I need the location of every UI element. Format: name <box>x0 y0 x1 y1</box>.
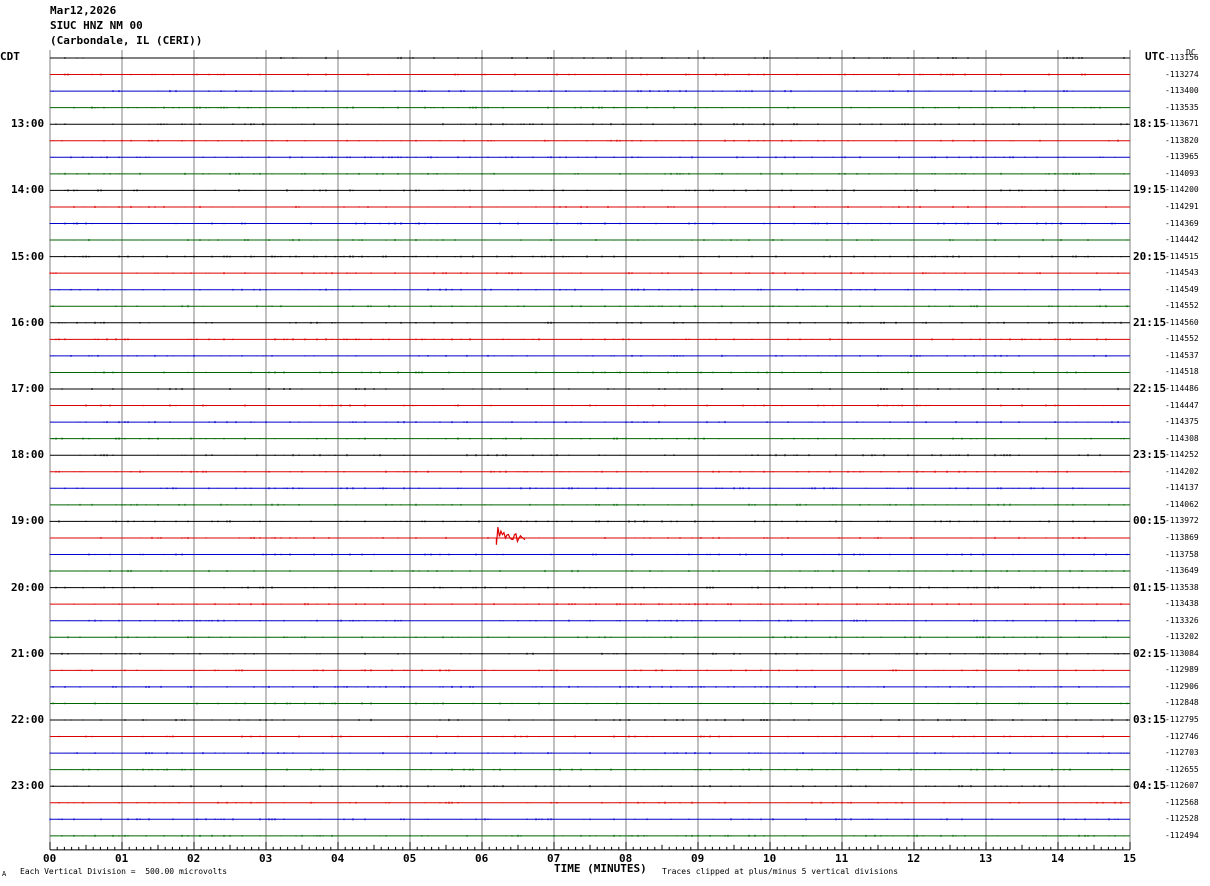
trace-offset-label: -114552 <box>1165 334 1199 344</box>
x-tick-label: 02 <box>187 851 201 865</box>
trace-offset-label: -112848 <box>1165 698 1199 708</box>
utc-hour-label: 18:15 <box>1133 117 1167 131</box>
seismic-event-signal <box>495 527 526 545</box>
trace-offset-label: -113274 <box>1165 69 1199 79</box>
trace-offset-label: -114447 <box>1165 400 1199 410</box>
trace-offset-label: -114515 <box>1165 251 1199 261</box>
trace-offset-label: -114543 <box>1165 268 1199 278</box>
trace-offset-label: -114137 <box>1165 483 1199 493</box>
cdt-hour-label: 20:00 <box>11 580 45 594</box>
trace-offset-label: -113869 <box>1165 532 1199 542</box>
trace-offset-label: -114252 <box>1165 450 1199 460</box>
trace-offset-label: -114093 <box>1165 168 1199 178</box>
cdt-hour-label: 17:00 <box>11 382 45 395</box>
utc-hour-label: 22:15 <box>1133 382 1167 395</box>
cdt-axis-label: CDT <box>0 50 20 63</box>
trace-offset-label: -113965 <box>1165 152 1199 162</box>
cdt-hour-label: 16:00 <box>11 315 45 329</box>
x-tick-label: 12 <box>907 851 921 865</box>
trace-offset-label: -114552 <box>1165 301 1199 311</box>
trace-offset-label: -113084 <box>1165 648 1199 658</box>
trace-offset-label: -114369 <box>1165 218 1199 228</box>
x-tick-label: 03 <box>259 851 273 865</box>
trace-offset-label: -112989 <box>1165 665 1199 675</box>
x-tick-label: 09 <box>691 851 705 865</box>
trace-offset-label: -112655 <box>1165 764 1199 774</box>
clip-note: Traces clipped at plus/minus 5 vertical … <box>662 867 899 876</box>
trace-offset-label: -113538 <box>1165 582 1199 592</box>
trace-offset-label: -113820 <box>1165 135 1199 145</box>
station-label: SIUC HNZ NM 00 <box>50 19 143 32</box>
trace-offset-label: -113671 <box>1165 119 1199 129</box>
x-tick-label: 04 <box>331 851 345 865</box>
utc-hour-label: 20:15 <box>1133 249 1167 263</box>
cdt-hour-label: 23:00 <box>11 779 45 793</box>
x-tick-label: 13 <box>979 851 993 865</box>
x-tick-label: 11 <box>835 851 849 865</box>
trace-offset-label: -112528 <box>1165 814 1199 824</box>
utc-hour-label: 02:15 <box>1133 646 1167 660</box>
trace-offset-label: -113972 <box>1165 516 1199 526</box>
trace-offset-label: -114062 <box>1165 499 1199 509</box>
trace-offset-label: -112494 <box>1165 830 1199 840</box>
x-tick-label: 15 <box>1123 851 1137 865</box>
trace-offset-label: -114518 <box>1165 367 1199 377</box>
plot-grid <box>49 50 1131 844</box>
trace-offset-label: -114560 <box>1165 317 1199 327</box>
trace-offset-label: -112703 <box>1165 748 1199 758</box>
x-tick-label: 01 <box>115 851 129 865</box>
trace-offset-label: -114549 <box>1165 284 1199 294</box>
trace-offset-label: -113535 <box>1165 102 1199 112</box>
trace-offset-label: -114291 <box>1165 201 1199 211</box>
trace-noise <box>64 718 1128 722</box>
utc-hour-label: 23:15 <box>1133 448 1167 462</box>
trace-offset-label: -112568 <box>1165 797 1199 807</box>
trace-offset-label: -114375 <box>1165 417 1199 427</box>
location-label: (Carbondale, IL (CERI)) <box>50 34 203 47</box>
utc-hour-label: 00:15 <box>1133 514 1167 528</box>
cdt-hour-label: 15:00 <box>11 249 45 263</box>
trace-lines <box>49 56 1130 837</box>
x-tick-label: 00 <box>43 851 57 865</box>
trace-offset-label: -113156 <box>1165 53 1199 62</box>
trace-offset-label: -112795 <box>1165 715 1199 724</box>
scale-note: Each Vertical Division = 500.00 microvol… <box>20 867 228 876</box>
utc-hour-label: 04:15 <box>1133 779 1167 793</box>
trace-offset-label: -114308 <box>1165 433 1199 443</box>
utc-axis-label: UTC <box>1145 50 1165 63</box>
utc-hour-label: 03:15 <box>1133 713 1167 726</box>
cdt-hour-label: 13:00 <box>11 117 45 131</box>
utc-hour-label: 19:15 <box>1133 183 1167 197</box>
x-tick-label: 10 <box>763 851 777 865</box>
utc-hour-label: 01:15 <box>1133 580 1167 594</box>
utc-hour-label: 21:15 <box>1133 315 1167 329</box>
trace-offset-label: -114486 <box>1165 384 1199 393</box>
cdt-hour-label: 21:00 <box>11 646 45 660</box>
trace-offset-label: -114200 <box>1165 185 1199 195</box>
trace-offset-label: -113438 <box>1165 599 1199 609</box>
helicorder-plot <box>49 50 1131 851</box>
cdt-hour-label: 19:00 <box>11 514 45 528</box>
cdt-hour-label: 18:00 <box>11 448 45 462</box>
date-label: Mar12,2026 <box>50 4 117 17</box>
trace-offset-label: -113202 <box>1165 632 1199 642</box>
cdt-hour-label: 14:00 <box>11 183 45 197</box>
x-tick-label: 14 <box>1051 851 1065 865</box>
trace-offset-label: -114442 <box>1165 235 1199 245</box>
x-axis-ticks <box>49 841 1131 851</box>
x-axis-title: TIME (MINUTES) <box>554 862 647 875</box>
trace-offset-label: -113400 <box>1165 86 1199 96</box>
trace-offset-label: -112746 <box>1165 731 1199 741</box>
corner-mark: A <box>2 870 7 878</box>
trace-offset-label: -112607 <box>1165 781 1199 791</box>
trace-offset-label: -114537 <box>1165 350 1199 360</box>
trace-offset-label: -113649 <box>1165 566 1199 576</box>
x-tick-label: 05 <box>403 851 417 865</box>
trace-offset-label: -112906 <box>1165 681 1199 691</box>
x-tick-label: 06 <box>475 851 489 865</box>
trace-offset-label: -113758 <box>1165 549 1199 559</box>
trace-offset-label: -113326 <box>1165 615 1199 625</box>
trace-offset-label: -114202 <box>1165 466 1199 476</box>
cdt-hour-label: 22:00 <box>11 713 45 726</box>
